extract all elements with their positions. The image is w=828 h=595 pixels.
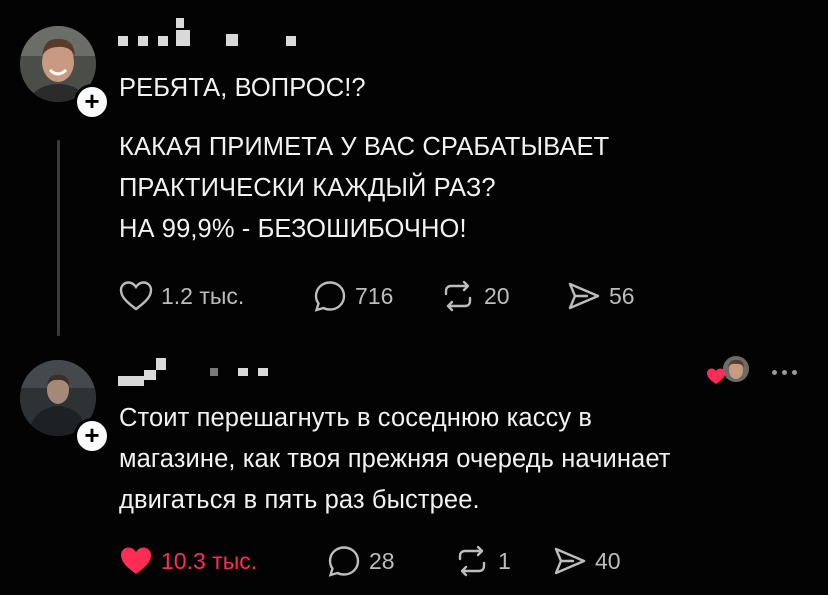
reply-line: Стоит перешагнуть в соседнюю кассу в xyxy=(119,404,593,432)
reply-comment-count: 28 xyxy=(369,547,395,574)
comment-bubble-icon xyxy=(314,281,346,312)
reply-comment-button[interactable]: 28 xyxy=(327,545,395,577)
reply-like-button[interactable]: 10.3 тыс. xyxy=(119,545,257,577)
reply-line: магазине, как твоя прежняя очередь начин… xyxy=(119,445,671,473)
post-share-button[interactable]: 56 xyxy=(567,280,635,312)
thread-line xyxy=(57,140,60,336)
heart-filled-icon xyxy=(121,547,151,574)
heart-icon xyxy=(119,281,153,311)
post-line: КАКАЯ ПРИМЕТА У ВАС СРАБАТЫВАЕТ xyxy=(119,133,610,161)
heart-icon xyxy=(707,368,725,384)
reply-body: Стоит перешагнуть в соседнюю кассу в маг… xyxy=(119,398,671,521)
send-icon xyxy=(554,547,586,575)
reply-like-count: 10.3 тыс. xyxy=(161,547,258,574)
post-comment-button[interactable]: 716 xyxy=(313,280,393,312)
author-username-redacted[interactable] xyxy=(118,18,308,48)
reply-username-redacted[interactable] xyxy=(118,356,288,388)
plus-icon: + xyxy=(84,86,100,116)
reply-share-count: 40 xyxy=(595,547,621,574)
author-liked-indicator xyxy=(706,354,752,388)
repost-arrows-icon xyxy=(458,545,486,577)
post-like-button[interactable]: 1.2 тыс. xyxy=(119,280,244,312)
follow-reply-author-button[interactable]: + xyxy=(74,418,110,454)
post-like-count: 1.2 тыс. xyxy=(161,282,245,309)
post-body: РЕБЯТА, ВОПРОС!? КАКАЯ ПРИМЕТА У ВАС СРА… xyxy=(119,68,609,250)
comment-bubble-icon xyxy=(328,546,360,577)
post-repost-count: 20 xyxy=(484,282,510,309)
repost-arrows-icon xyxy=(444,280,472,312)
reply-line: двигаться в пять раз быстрее. xyxy=(119,486,480,514)
post-comment-count: 716 xyxy=(355,282,394,309)
plus-icon: + xyxy=(84,420,100,450)
post-line: ПРАКТИЧЕСКИ КАЖДЫЙ РАЗ? xyxy=(119,174,496,202)
send-icon xyxy=(568,282,600,310)
more-options-button[interactable] xyxy=(772,370,797,375)
author-liked-avatar-icon xyxy=(707,354,751,384)
post-line: НА 99,9% - БЕЗОШИБОЧНО! xyxy=(119,215,467,243)
reply-repost-button[interactable]: 1 xyxy=(454,545,511,577)
reply-share-button[interactable]: 40 xyxy=(553,545,621,577)
reply-repost-count: 1 xyxy=(498,547,511,574)
more-dots-icon xyxy=(772,370,777,375)
post-title: РЕБЯТА, ВОПРОС!? xyxy=(119,74,366,102)
follow-author-button[interactable]: + xyxy=(74,84,110,120)
post-repost-button[interactable]: 20 xyxy=(440,280,510,312)
post-share-count: 56 xyxy=(609,282,635,309)
